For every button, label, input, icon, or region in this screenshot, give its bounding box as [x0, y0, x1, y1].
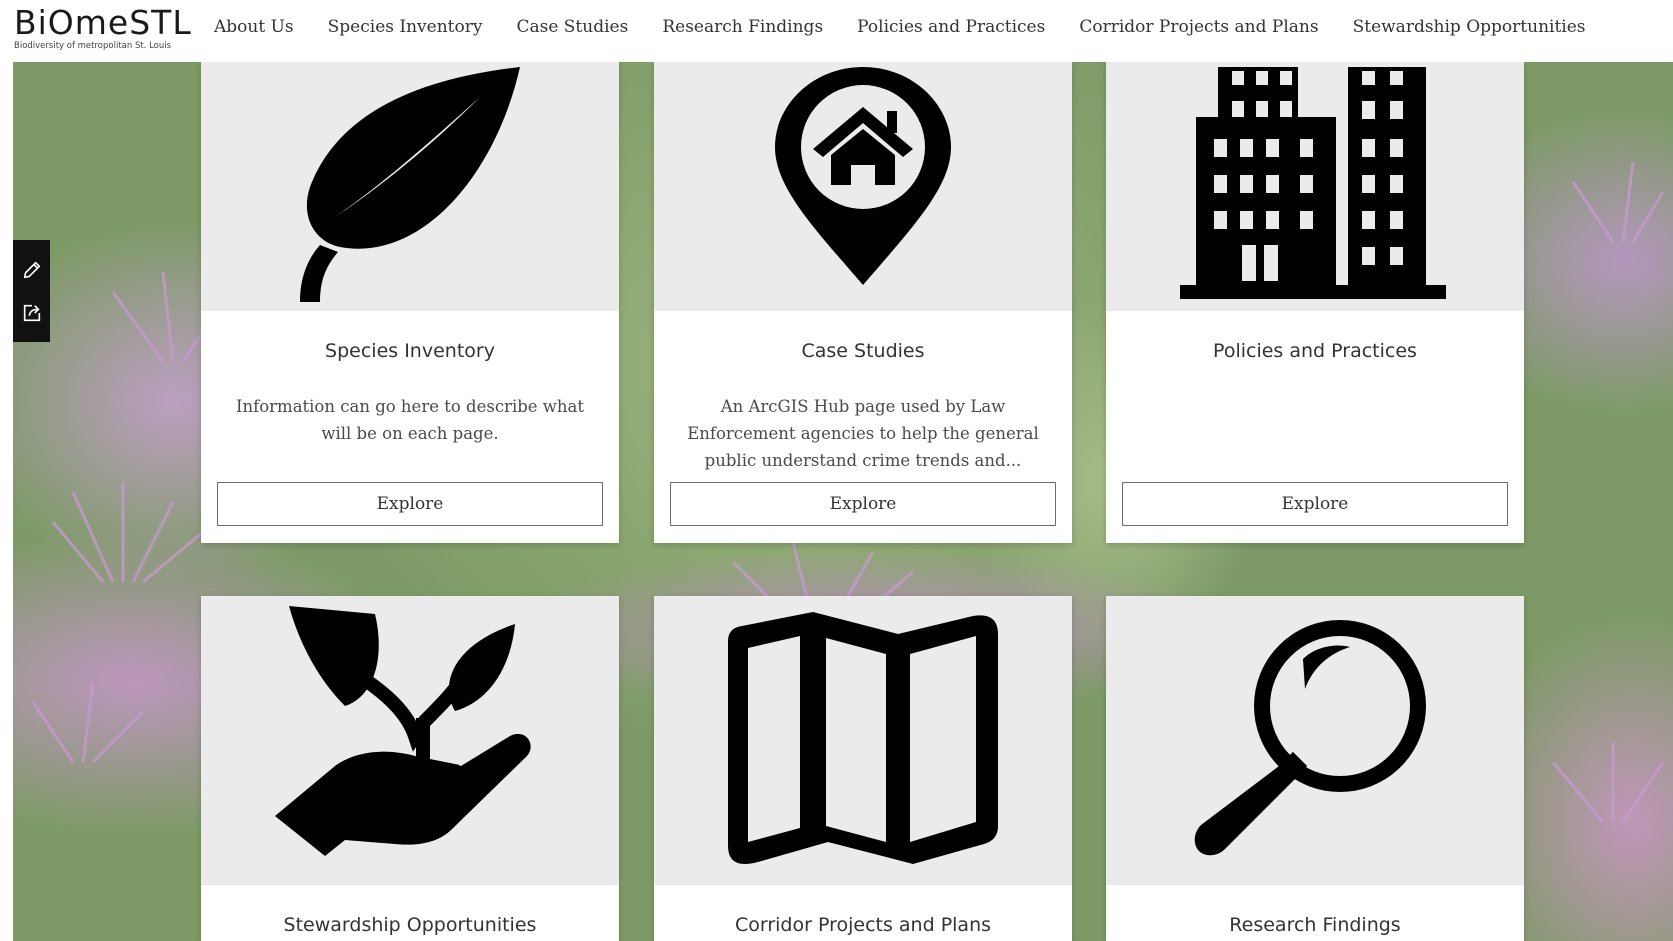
- card-description: Information can go here to describe what…: [235, 397, 585, 443]
- nav-corridor-projects[interactable]: Corridor Projects and Plans: [1079, 17, 1318, 37]
- map-icon: [728, 611, 998, 864]
- card-description: An ArcGIS Hub page used by Law Enforceme…: [687, 397, 1039, 470]
- card-title: Stewardship Opportunities: [283, 914, 537, 936]
- card-title: Research Findings: [1229, 914, 1401, 936]
- site-header: BiOmeSTL Biodiversity of metropolitan St…: [0, 0, 1673, 62]
- nav-case-studies[interactable]: Case Studies: [516, 17, 628, 37]
- explore-button[interactable]: Explore: [1122, 482, 1508, 526]
- share-button[interactable]: [19, 300, 45, 326]
- card-research-findings: Research Findings: [1106, 596, 1524, 941]
- home-pin-icon: [775, 66, 951, 285]
- card-media: [654, 62, 1072, 311]
- edit-button[interactable]: [19, 257, 45, 283]
- site-logo[interactable]: BiOmeSTL Biodiversity of metropolitan St…: [14, 6, 200, 54]
- nav-policies-and-practices[interactable]: Policies and Practices: [857, 17, 1045, 37]
- nav-stewardship-opportunities[interactable]: Stewardship Opportunities: [1353, 17, 1586, 37]
- card-title: Species Inventory: [325, 340, 495, 362]
- card-policies-and-practices: Policies and Practices Explore: [1106, 62, 1524, 543]
- magnifier-icon: [1194, 619, 1426, 855]
- card-media: [201, 62, 619, 311]
- hand-plant-icon: [275, 605, 531, 856]
- nav-about-us[interactable]: About Us: [214, 17, 294, 37]
- card-title: Case Studies: [801, 340, 925, 362]
- buildings-icon: [1180, 66, 1446, 299]
- logo-wordmark: BiOmeSTL: [14, 3, 192, 42]
- card-stewardship-opportunities: Stewardship Opportunities: [201, 596, 619, 941]
- explore-button[interactable]: Explore: [217, 482, 603, 526]
- card-media: [654, 596, 1072, 885]
- card-media: [1106, 596, 1524, 885]
- card-species-inventory: Species Inventory Information can go her…: [201, 62, 619, 543]
- nav-research-findings[interactable]: Research Findings: [662, 17, 823, 37]
- pencil-icon: [23, 261, 40, 278]
- nav-species-inventory[interactable]: Species Inventory: [328, 17, 483, 37]
- explore-button[interactable]: Explore: [670, 482, 1056, 526]
- card-corridor-projects-and-plans: Corridor Projects and Plans: [654, 596, 1072, 941]
- card-title: Policies and Practices: [1213, 340, 1417, 362]
- side-toolbar: [13, 240, 50, 342]
- logo-tagline: Biodiversity of metropolitan St. Louis: [14, 41, 172, 51]
- card-media: [201, 596, 619, 885]
- leaf-icon: [300, 66, 520, 302]
- share-icon: [23, 304, 40, 321]
- card-case-studies: Case Studies An ArcGIS Hub page used by …: [654, 62, 1072, 543]
- card-title: Corridor Projects and Plans: [734, 914, 992, 936]
- card-media: [1106, 62, 1524, 311]
- main-nav: About Us Species Inventory Case Studies …: [214, 17, 1620, 37]
